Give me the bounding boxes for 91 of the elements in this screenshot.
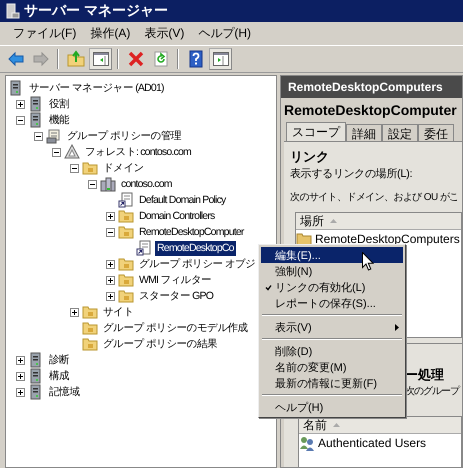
folder-icon [82,160,98,176]
column-header[interactable]: 場所 [300,212,324,230]
tree-item[interactable]: 役割 [47,96,72,112]
document-icon [118,192,134,208]
tree-item[interactable]: サイト [101,304,136,320]
tab[interactable]: 設定 [382,124,418,141]
collapse-icon[interactable] [88,180,96,188]
menu-item[interactable]: 強制(N) [261,263,403,279]
folder-icon [82,336,98,352]
expand-icon[interactable] [106,260,114,268]
field-label: 表示するリンクの場所(L): [290,167,414,182]
expand-icon[interactable] [106,212,114,220]
help-icon [186,50,204,68]
tab[interactable]: スコープ [286,122,346,141]
tree-item[interactable]: グループ ポリシーの結果 [101,336,220,352]
document-icon [136,240,152,256]
table-cell: RemoteDesktopComputers [315,232,460,246]
refresh-icon [152,50,170,68]
column-header[interactable]: 名前 [303,416,327,434]
folder-icon [82,320,98,336]
menu-item[interactable]: ファイル(F) [6,25,84,42]
triangle-icon [64,144,80,160]
menu-item[interactable]: リンクの有効化(L) [261,279,403,295]
server-icon [4,3,20,19]
menu-item[interactable]: ヘルプ(H) [191,25,258,42]
toolbar-button[interactable] [209,48,232,70]
folder-icon [118,224,134,240]
menu-item[interactable]: 表示(V) [137,25,192,42]
panel-title: RemoteDesktopComputers [288,80,443,94]
forward-icon [32,50,50,68]
tree-item[interactable]: WMI フィルター [137,272,214,288]
tree-item[interactable]: Domain Controllers [137,208,216,224]
folder-icon [118,256,134,272]
delete-icon [126,50,144,68]
menu-item[interactable]: 操作(A) [83,25,138,42]
folder-icon [82,304,98,320]
tree-item[interactable]: 診断 [47,352,72,368]
expand-icon[interactable] [106,276,114,284]
back-icon [6,50,24,68]
menu-item[interactable]: ヘルプ(H) [261,399,403,415]
servers-icon [100,176,116,192]
section-heading: リンク [290,148,330,166]
sort-icon [330,219,337,223]
expand-icon[interactable] [16,356,24,364]
folder-icon [118,288,134,304]
collapse-icon[interactable] [34,132,42,140]
folder-icon [118,208,134,224]
scroll-icon [46,128,62,144]
folder-icon [118,272,134,288]
tab[interactable]: 委任 [418,124,454,141]
menu-item[interactable]: 編集(E)... [261,247,403,263]
expand-icon[interactable] [106,292,114,300]
collapse-icon[interactable] [52,148,60,156]
tree-item[interactable]: スターター GPO [137,288,216,304]
expand-icon[interactable] [16,372,24,380]
pane-icon [92,50,110,68]
tree-item[interactable]: RemoteDesktopCo [155,240,236,256]
toolbar-button[interactable] [89,48,112,70]
mouse-cursor-icon [362,252,374,271]
tree-item[interactable]: 構成 [47,368,72,384]
tree-item[interactable]: ドメイン [101,160,146,176]
tree-item[interactable]: Default Domain Policy [137,192,228,208]
tree-item[interactable]: 記憶域 [47,384,82,400]
tree-item[interactable]: 機能 [47,112,72,128]
tree-item[interactable]: サーバー マネージャー (AD01) [27,80,166,96]
tree-item[interactable]: グループ ポリシー オブジ [137,256,258,272]
tree-item[interactable]: グループ ポリシーの管理 [65,128,184,144]
tree-item[interactable]: フォレスト: contoso.com [83,144,193,160]
collapse-icon[interactable] [106,228,114,236]
folder-up-icon [66,50,84,68]
sort-icon [333,423,340,427]
tree-item[interactable]: グループ ポリシーのモデル作成 [101,320,250,336]
expand-icon[interactable] [16,100,24,108]
tab[interactable]: 詳細 [346,124,382,141]
tree-item[interactable]: contoso.com [119,176,174,192]
menu-item[interactable]: レポートの保存(S)... [261,295,403,311]
menu-item[interactable]: 名前の変更(M) [261,359,403,375]
menu-item[interactable]: 削除(D) [261,343,403,359]
menu-item[interactable]: 表示(V) [261,319,403,335]
description-text: 次のサイト、ドメイン、および OU がこ [290,191,460,205]
gpo-title: RemoteDesktopComputer [284,102,458,120]
collapse-icon[interactable] [16,116,24,124]
pane-icon [212,50,230,68]
menu-item[interactable]: 最新の情報に更新(F) [261,375,403,391]
expand-icon[interactable] [16,388,24,396]
collapse-icon[interactable] [70,164,78,172]
users-icon [299,434,315,450]
window-title: サーバー マネージャー [24,2,168,20]
expand-icon[interactable] [70,308,78,316]
table-cell: Authenticated Users [318,436,426,450]
tree-item[interactable]: RemoteDesktopComputer [137,224,246,240]
